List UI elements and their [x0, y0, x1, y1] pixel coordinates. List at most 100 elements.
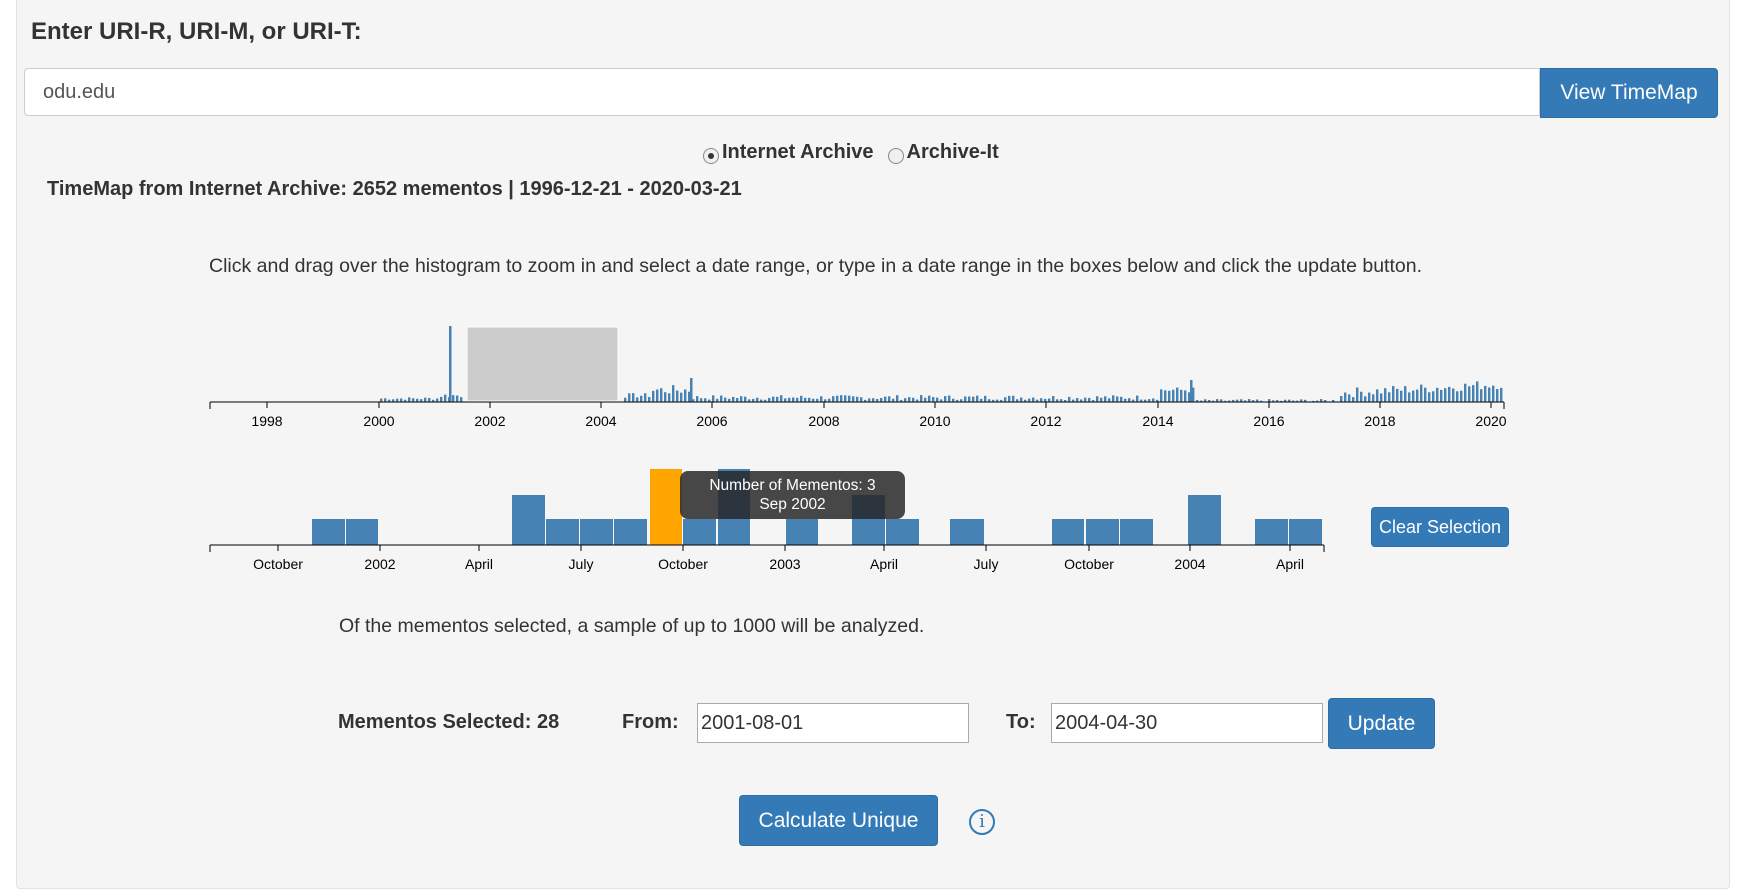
overview-bar	[1348, 394, 1351, 402]
overview-bar	[756, 397, 759, 402]
overview-bar	[964, 396, 967, 402]
info-circle-icon[interactable]: i	[969, 809, 995, 835]
update-button[interactable]: Update	[1328, 698, 1435, 749]
overview-bar	[884, 396, 887, 402]
detail-bar	[580, 519, 613, 545]
overview-bar	[1356, 387, 1359, 402]
selection-brush	[466, 326, 619, 402]
detail-tick-label: October	[253, 556, 303, 572]
overview-bar	[1444, 388, 1447, 402]
histogram-tooltip: Number of Mementos: 3 Sep 2002	[680, 471, 905, 519]
overview-tick-label: 2014	[1142, 413, 1173, 429]
overview-bar	[944, 396, 947, 402]
detail-tick-label: 2002	[364, 556, 395, 572]
overview-bar	[1180, 389, 1183, 402]
overview-bar	[836, 395, 839, 402]
overview-bar	[1160, 389, 1163, 402]
overview-bar	[1004, 397, 1007, 402]
detail-bar	[786, 519, 818, 545]
tooltip-count: Number of Mementos: 3	[709, 477, 876, 494]
from-date-input[interactable]	[697, 703, 969, 743]
overview-tick-label: 2002	[474, 413, 505, 429]
overview-bar	[1096, 396, 1099, 402]
overview-bar	[1364, 396, 1367, 402]
overview-bar	[644, 393, 647, 402]
overview-bar	[1052, 396, 1055, 402]
detail-bar	[950, 519, 984, 545]
overview-bar	[712, 395, 715, 402]
overview-bar	[444, 394, 447, 402]
detail-tick-label: 2004	[1174, 556, 1205, 572]
overview-bar	[1384, 388, 1387, 402]
overview-bar	[1124, 398, 1127, 402]
overview-histogram[interactable]: 1998 2000 2002 2004 2006 2008 2010 2012 2014 2016…	[209, 326, 1507, 429]
overview-bar	[1436, 387, 1439, 402]
overview-bar	[624, 397, 627, 402]
overview-bar	[1172, 389, 1175, 402]
overview-bar	[800, 395, 803, 402]
overview-bar	[384, 398, 387, 402]
overview-bar	[796, 397, 799, 402]
overview-bar	[672, 385, 675, 402]
overview-bar	[1340, 395, 1343, 402]
overview-bar	[684, 389, 687, 402]
overview-bar	[772, 396, 775, 402]
overview-bar	[776, 396, 779, 402]
mementos-selected-label: Mementos Selected: 28	[338, 711, 560, 733]
overview-tick-label: 2016	[1253, 413, 1284, 429]
overview-bar	[804, 397, 807, 402]
overview-bar	[1008, 395, 1011, 402]
overview-bar	[840, 395, 843, 402]
overview-bar	[1480, 389, 1483, 402]
overview-bar	[1376, 389, 1379, 402]
overview-bar	[932, 397, 935, 402]
detail-bar	[1289, 519, 1322, 545]
overview-bar	[652, 390, 655, 402]
overview-tick-label: 2006	[696, 413, 727, 429]
overview-bar	[1468, 386, 1471, 402]
overview-bar	[1432, 391, 1435, 402]
overview-bar	[924, 397, 927, 402]
overview-bar	[920, 395, 923, 402]
overview-bar	[664, 392, 667, 402]
overview-bar	[1344, 392, 1347, 402]
detail-tick-label: 2003	[769, 556, 800, 572]
overview-tick-label: 2000	[363, 413, 394, 429]
overview-bar	[700, 398, 703, 402]
overview-bar	[668, 393, 671, 402]
detail-tick-label: April	[1276, 556, 1304, 572]
overview-bar	[788, 397, 791, 402]
overview-bar	[1068, 396, 1071, 402]
overview-bar	[656, 389, 659, 402]
overview-tick-label: 2008	[808, 413, 839, 429]
overview-tick-label: 2020	[1475, 413, 1506, 429]
overview-bar	[1108, 398, 1111, 402]
sample-note: Of the mementos selected, a sample of up…	[339, 615, 925, 637]
detail-bar	[512, 495, 545, 545]
overview-bar	[1420, 384, 1423, 402]
overview-bar	[1448, 386, 1451, 402]
overview-bar	[1084, 397, 1087, 402]
detail-tick-label: July	[974, 556, 999, 572]
clear-selection-button[interactable]: Clear Selection	[1371, 507, 1509, 547]
overview-bar	[928, 395, 931, 402]
overview-bar	[1168, 390, 1171, 402]
overview-bar	[1368, 392, 1371, 402]
overview-bar	[1476, 381, 1479, 402]
overview-bar	[696, 396, 699, 402]
overview-bar	[1388, 392, 1391, 402]
overview-bar	[1128, 398, 1131, 402]
overview-bar	[408, 397, 411, 402]
overview-bar	[424, 397, 427, 402]
overview-bar	[852, 396, 855, 402]
overview-bar	[784, 398, 787, 402]
overview-bar	[1020, 397, 1023, 402]
calculate-unique-button[interactable]: Calculate Unique	[739, 795, 938, 846]
overview-bar	[1428, 392, 1431, 402]
detail-bar	[886, 519, 919, 545]
to-date-input[interactable]	[1051, 703, 1323, 743]
overview-bar	[1100, 397, 1103, 402]
overview-bar	[1076, 397, 1079, 402]
overview-bar	[904, 398, 907, 402]
detail-bar	[1255, 519, 1288, 545]
